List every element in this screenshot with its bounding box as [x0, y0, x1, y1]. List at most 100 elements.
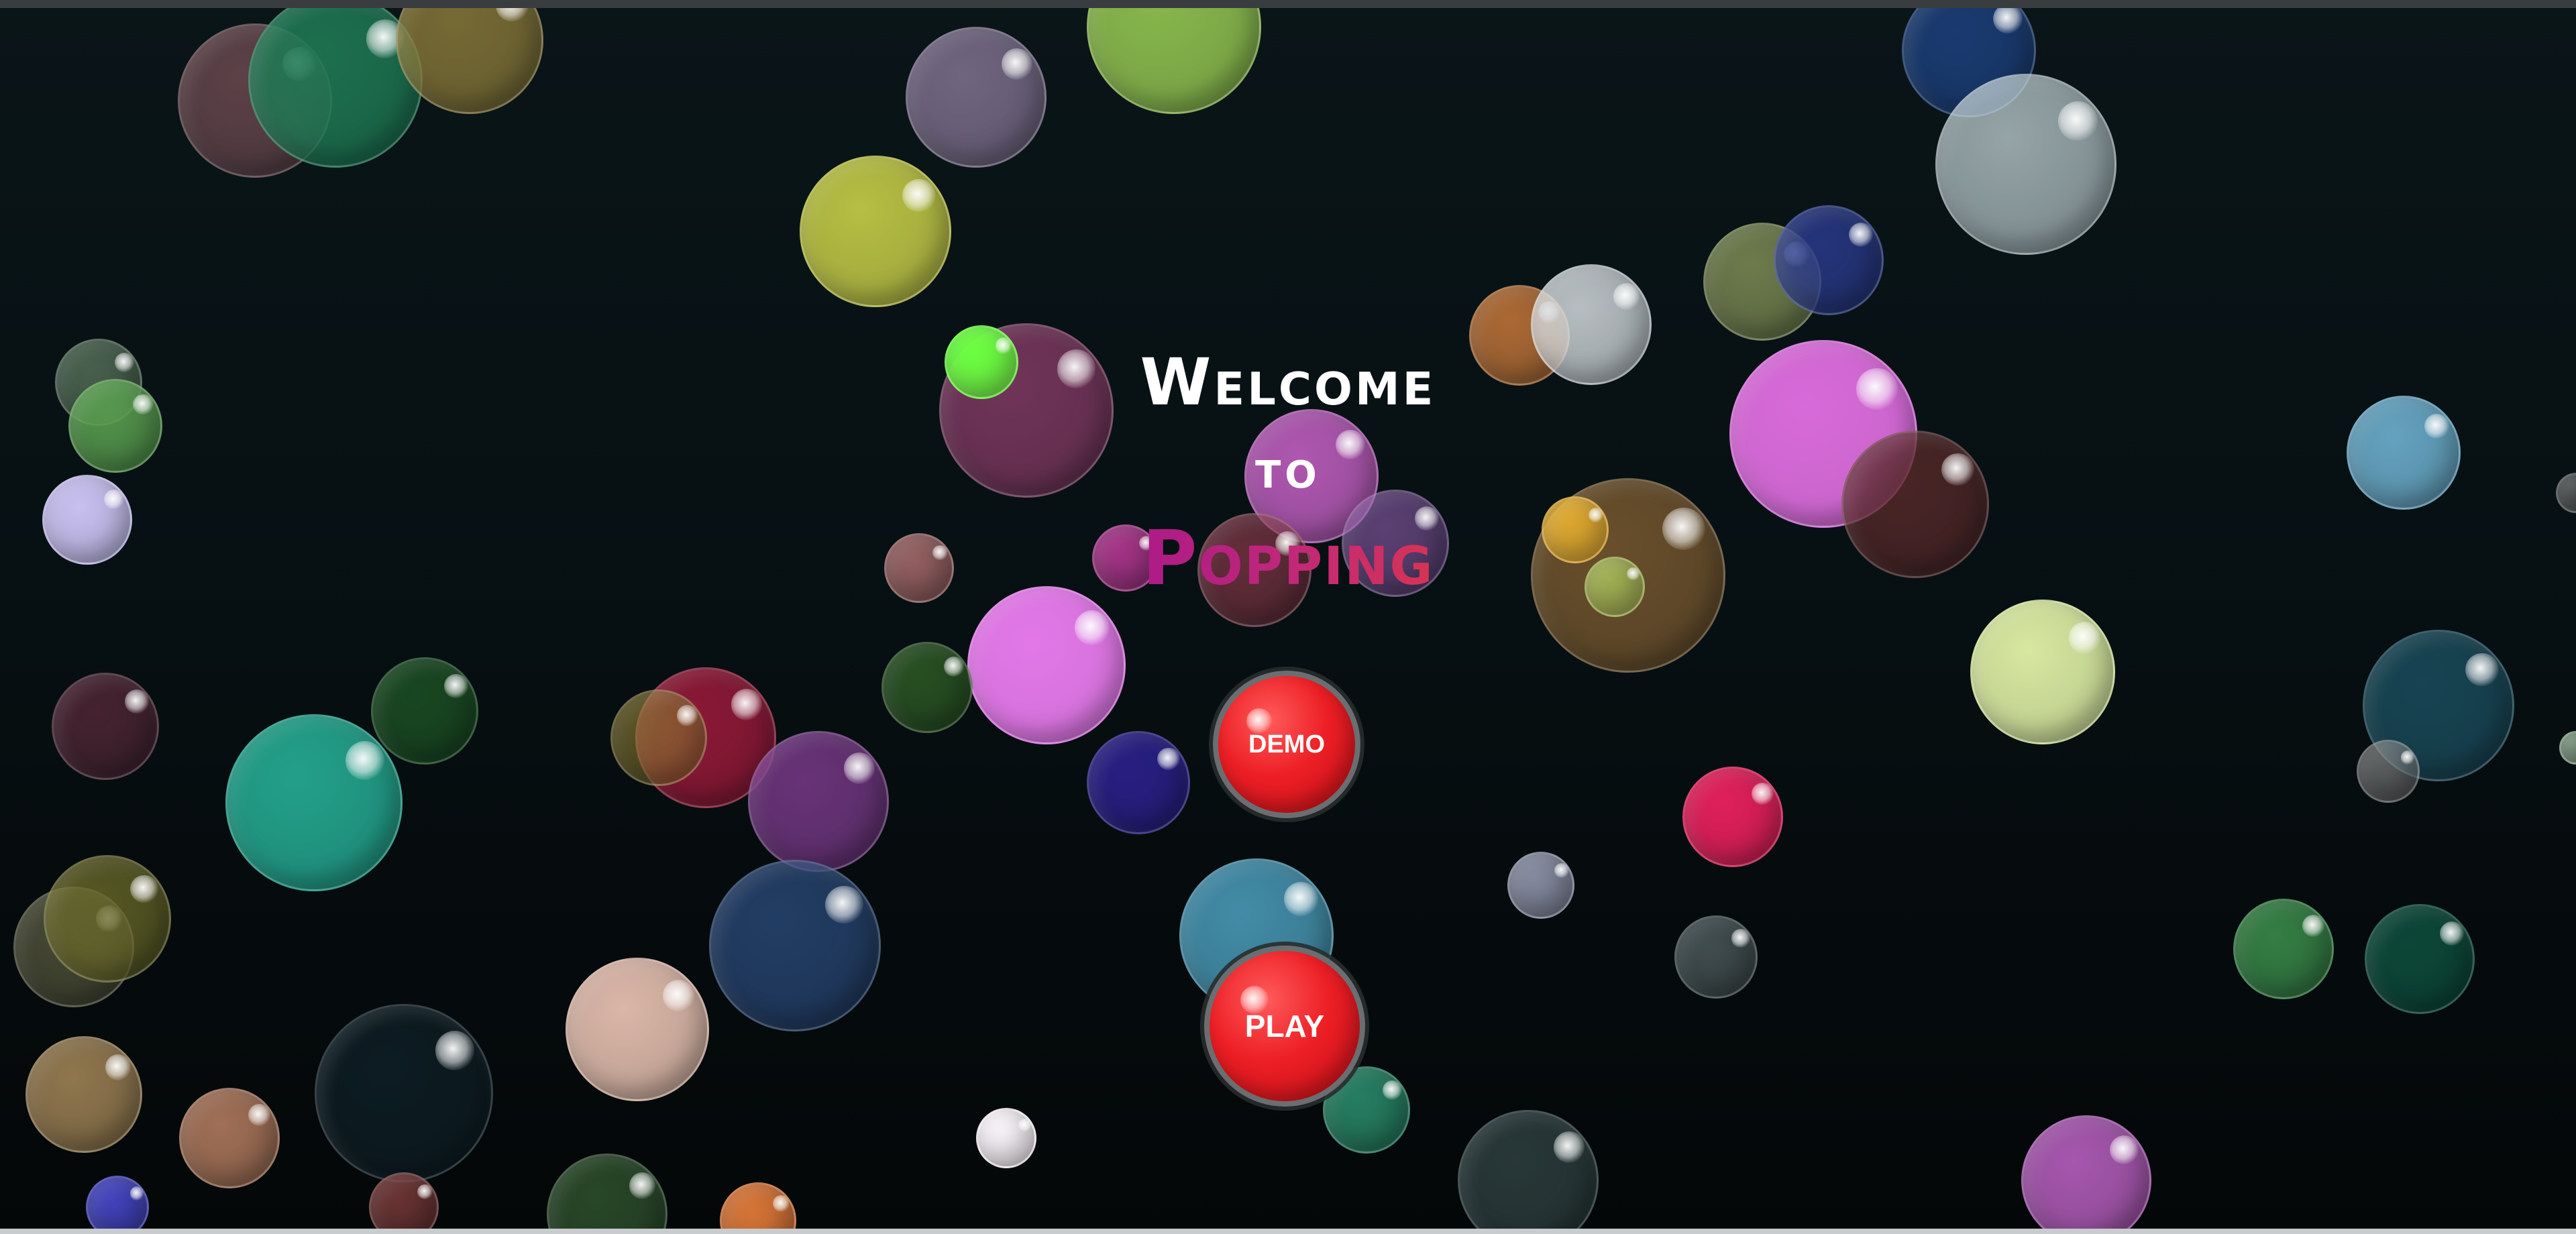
game-canvas[interactable]: Welcome to Popping DEMO PLAY: [0, 0, 2576, 1234]
bubble-shine-icon: [1751, 783, 1774, 805]
game-name-title: Popping: [1046, 515, 1529, 602]
bubble-shine-icon: [932, 545, 949, 561]
bubble[interactable]: [225, 714, 402, 891]
bubble-shine-icon: [1283, 882, 1318, 916]
bubble[interactable]: [1935, 74, 2116, 255]
bubble-shine-icon: [2440, 921, 2465, 946]
bubble-shine-icon: [663, 979, 695, 1012]
bubble-shine-icon: [2110, 1135, 2139, 1164]
bubble[interactable]: [1531, 264, 1652, 385]
bubble-shine-icon: [2400, 750, 2415, 765]
bubble[interactable]: [1542, 496, 1609, 563]
bubble[interactable]: [945, 325, 1018, 399]
bubble[interactable]: [42, 475, 132, 565]
demo-button[interactable]: DEMO: [1213, 671, 1360, 818]
bubble-shine-icon: [248, 1104, 270, 1126]
bubble-shine-icon: [1993, 4, 2023, 34]
bubble[interactable]: [1585, 557, 1645, 617]
bubble-shine-icon: [444, 674, 468, 698]
bubble-shine-icon: [629, 1172, 656, 1199]
bubble[interactable]: [709, 860, 881, 1031]
bubble[interactable]: [2357, 740, 2420, 803]
bubble-shine-icon: [105, 1054, 131, 1080]
bubble-shine-icon: [1731, 929, 1750, 948]
bubble-shine-icon: [130, 875, 159, 903]
bubble[interactable]: [1970, 600, 2115, 744]
button-shine-icon: [1246, 708, 1272, 734]
bubble-shine-icon: [115, 353, 135, 372]
play-button[interactable]: PLAY: [1204, 946, 1365, 1107]
bubble[interactable]: [86, 1176, 149, 1234]
bubble[interactable]: [2347, 396, 2461, 510]
bubble[interactable]: [881, 642, 973, 733]
bubble-shine-icon: [1553, 1131, 1585, 1163]
bubble[interactable]: [748, 731, 889, 872]
bubble[interactable]: [1087, 0, 1261, 114]
bubble-shine-icon: [2068, 622, 2101, 654]
bubble[interactable]: [369, 1172, 439, 1234]
bubble[interactable]: [566, 958, 709, 1101]
bubble-shine-icon: [1613, 283, 1640, 310]
bubble-shine-icon: [1074, 610, 1110, 645]
bubble-shine-icon: [1554, 863, 1569, 878]
bubble-shine-icon: [2424, 413, 2450, 439]
bubble[interactable]: [68, 379, 162, 473]
bubble-shine-icon: [996, 337, 1012, 354]
bubble[interactable]: [1841, 431, 1989, 578]
bubble[interactable]: [1774, 205, 1884, 315]
bubble[interactable]: [1458, 1110, 1599, 1234]
bubble[interactable]: [976, 1108, 1036, 1168]
bubble-shine-icon: [1849, 222, 1874, 247]
bubble-shine-icon: [125, 689, 149, 714]
bubble[interactable]: [1087, 731, 1190, 834]
bubble-shine-icon: [104, 489, 124, 510]
welcome-title-line1: Welcome: [1140, 345, 1436, 420]
bubble[interactable]: [610, 689, 707, 786]
bubble[interactable]: [2365, 904, 2475, 1014]
bubble[interactable]: [720, 1182, 796, 1234]
bubble[interactable]: [179, 1088, 280, 1188]
bubble-shine-icon: [1662, 507, 1705, 551]
bubble-shine-icon: [1626, 567, 1640, 581]
bubble[interactable]: [800, 156, 951, 307]
bubble-shine-icon: [731, 689, 762, 720]
bubble-shine-icon: [1588, 508, 1603, 522]
bubble[interactable]: [2021, 1115, 2151, 1234]
bubble[interactable]: [52, 673, 159, 780]
welcome-title: Welcome to Popping: [1046, 342, 1529, 602]
bubble[interactable]: [25, 1036, 142, 1153]
window-bottom-strip: [0, 1229, 2576, 1234]
bubble[interactable]: [1682, 767, 1783, 867]
bubble[interactable]: [1674, 915, 1758, 999]
bubble[interactable]: [248, 0, 423, 168]
button-shine-icon: [1240, 986, 1269, 1014]
bubble[interactable]: [371, 657, 478, 765]
bubble-shine-icon: [1018, 1118, 1032, 1132]
bubble[interactable]: [547, 1154, 667, 1234]
bubble[interactable]: [315, 1004, 493, 1182]
bubble[interactable]: [2556, 473, 2576, 513]
bubble-shine-icon: [944, 657, 965, 677]
bubble-shine-icon: [676, 705, 698, 726]
bubble[interactable]: [2559, 731, 2576, 765]
welcome-title-line2: to: [1255, 438, 1321, 500]
bubble[interactable]: [967, 586, 1126, 744]
bubble-shine-icon: [1157, 747, 1181, 771]
bubble-shine-icon: [345, 740, 384, 781]
bubble-shine-icon: [129, 1186, 144, 1200]
bubble[interactable]: [1507, 852, 1574, 919]
bubble-shine-icon: [1383, 1080, 1403, 1100]
bubble[interactable]: [44, 855, 171, 983]
bubble-shine-icon: [133, 394, 154, 415]
bubble-shine-icon: [772, 1194, 790, 1213]
bubble[interactable]: [884, 533, 954, 603]
bubble-shine-icon: [902, 178, 936, 213]
bubble-shine-icon: [1001, 48, 1032, 80]
bubble-shine-icon: [417, 1184, 433, 1200]
bubble[interactable]: [2233, 899, 2334, 999]
bubble-shine-icon: [2302, 915, 2324, 937]
bubble-shine-icon: [2465, 653, 2499, 687]
bubble-shine-icon: [843, 752, 875, 784]
bubble[interactable]: [906, 27, 1046, 168]
bubble-shine-icon: [825, 885, 863, 924]
